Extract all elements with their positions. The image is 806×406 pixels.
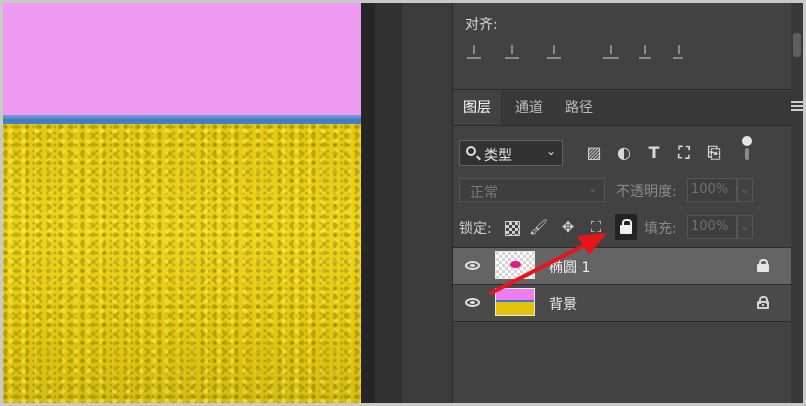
- dock-divider: [375, 3, 402, 403]
- fill-field[interactable]: 100%: [687, 215, 737, 239]
- filter-toggle-knob: [742, 136, 752, 146]
- layer-filter-row: 类型 ⌄ ▨ ◐ T ⛶ ⎘: [459, 136, 789, 166]
- align-horizontal-center-icon[interactable]: [505, 45, 519, 59]
- blend-mode-label: 正常: [470, 185, 498, 201]
- layer-thumbnail: [495, 251, 535, 279]
- tab-channels[interactable]: 通道: [505, 91, 553, 125]
- lock-all-body: [620, 225, 632, 234]
- layers-panel: 图层 通道 路径 类型 ⌄ ▨ ◐ T ⛶ ⎘ 正常 ⌄ 不透明度: 100% …: [453, 91, 803, 403]
- canvas-flower-field: [3, 124, 361, 403]
- search-icon: [466, 146, 476, 156]
- lock-row: 锁定: 🖌 ✥ ⛶ 填充: 100% ⌄: [459, 214, 789, 240]
- lock-icon: [757, 259, 769, 272]
- align-bottom-icon[interactable]: [673, 45, 683, 59]
- filter-kind-select[interactable]: 类型 ⌄: [459, 140, 563, 166]
- opacity-dropdown-button[interactable]: ⌄: [737, 178, 753, 202]
- photoshop-window: 对齐: 图层 通道 路径 类型 ⌄ ▨ ◐ T ⛶ ⎘ 正常 ⌄ 不透明度: 1…: [3, 3, 803, 403]
- document-canvas[interactable]: [3, 3, 361, 403]
- align-top-icon[interactable]: [603, 45, 619, 59]
- panel-menu-icon[interactable]: [791, 101, 803, 113]
- image-filter-icon[interactable]: ▨: [585, 144, 603, 162]
- smart-object-filter-icon[interactable]: ⎘: [705, 144, 723, 162]
- tab-paths[interactable]: 路径: [555, 91, 603, 125]
- type-filter-icon[interactable]: T: [645, 144, 663, 162]
- layer-row[interactable]: 背景: [453, 285, 791, 322]
- layer-name: 背景: [549, 297, 577, 313]
- collapsed-panel-dock: [402, 3, 453, 403]
- canvas-sea: [3, 115, 361, 124]
- lock-all-icon[interactable]: [615, 214, 637, 240]
- fill-value: 100%: [691, 219, 729, 234]
- chevron-down-icon: ⌄: [546, 144, 557, 158]
- lock-position-icon[interactable]: ✥: [559, 218, 577, 236]
- lock-transparent-pixels-icon[interactable]: [505, 221, 520, 236]
- lock-icon: [757, 296, 769, 309]
- layer-list: 椭圆 1 背景: [453, 247, 791, 328]
- scrollbar-thumb[interactable]: [793, 33, 801, 57]
- lock-artboard-icon[interactable]: ⛶: [587, 218, 605, 236]
- visibility-eye-icon[interactable]: [465, 298, 480, 307]
- opacity-label: 不透明度:: [616, 184, 677, 200]
- align-left-icon[interactable]: [467, 45, 481, 59]
- fill-dropdown-button[interactable]: ⌄: [737, 215, 753, 239]
- align-panel: 对齐:: [453, 3, 791, 90]
- blend-row: 正常 ⌄ 不透明度: 100% ⌄: [459, 178, 789, 202]
- align-title: 对齐:: [465, 17, 498, 33]
- chevron-down-icon: ⌄: [588, 181, 599, 195]
- panel-tabs: 图层 通道 路径: [453, 91, 791, 126]
- blend-mode-select[interactable]: 正常 ⌄: [459, 178, 605, 202]
- align-vertical-center-icon[interactable]: [639, 45, 651, 59]
- tab-layers[interactable]: 图层: [453, 91, 501, 125]
- filter-kind-label: 类型: [484, 148, 512, 164]
- layer-row[interactable]: 椭圆 1: [453, 248, 791, 285]
- layer-thumbnail: [495, 288, 535, 316]
- lock-image-pixels-icon[interactable]: 🖌: [529, 218, 548, 236]
- filter-toggle-track: [745, 148, 749, 160]
- canvas-edge: [361, 3, 375, 403]
- filter-toggle[interactable]: [742, 136, 752, 162]
- adjustment-filter-icon[interactable]: ◐: [615, 144, 633, 162]
- panel-scrollbar[interactable]: [791, 3, 803, 403]
- shape-filter-icon[interactable]: ⛶: [675, 144, 693, 162]
- canvas-sky: [3, 3, 361, 115]
- opacity-field[interactable]: 100%: [687, 178, 737, 202]
- lock-label: 锁定:: [459, 221, 492, 237]
- fill-label: 填充:: [644, 221, 677, 237]
- visibility-eye-icon[interactable]: [465, 261, 480, 270]
- align-right-icon[interactable]: [547, 45, 561, 59]
- opacity-value: 100%: [691, 182, 729, 197]
- layer-name: 椭圆 1: [549, 260, 591, 276]
